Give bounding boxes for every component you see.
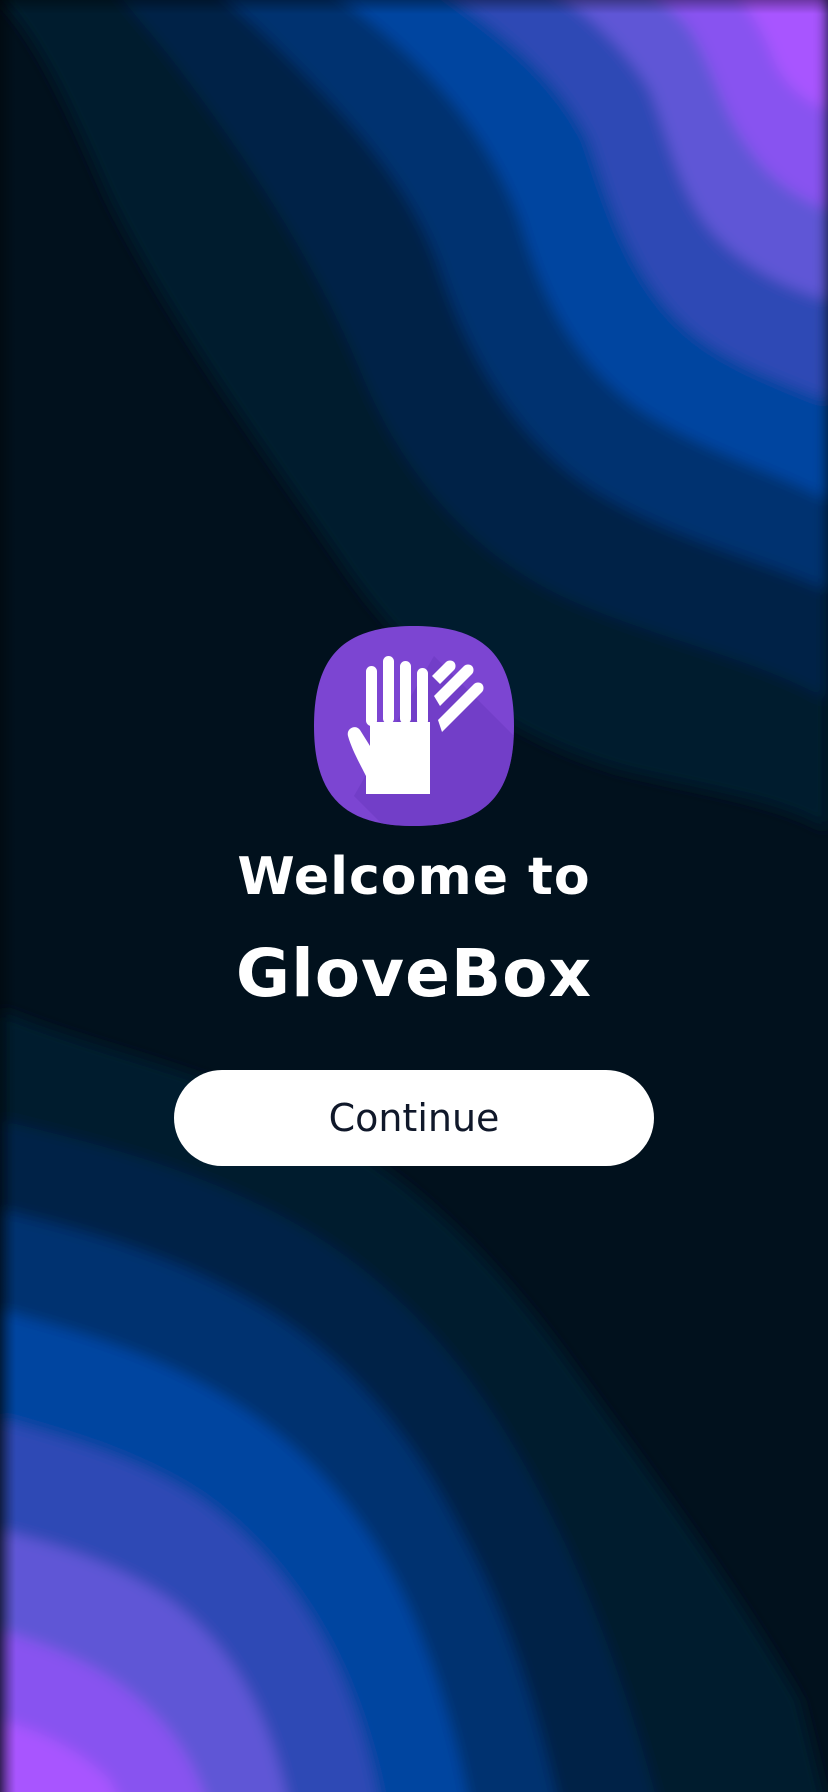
glove-icon — [314, 626, 514, 826]
continue-button[interactable]: Continue — [174, 1070, 654, 1166]
welcome-screen: Welcome to GloveBox Continue — [0, 0, 828, 1792]
app-name-title: GloveBox — [235, 935, 593, 1012]
welcome-heading: Welcome to — [237, 847, 591, 907]
